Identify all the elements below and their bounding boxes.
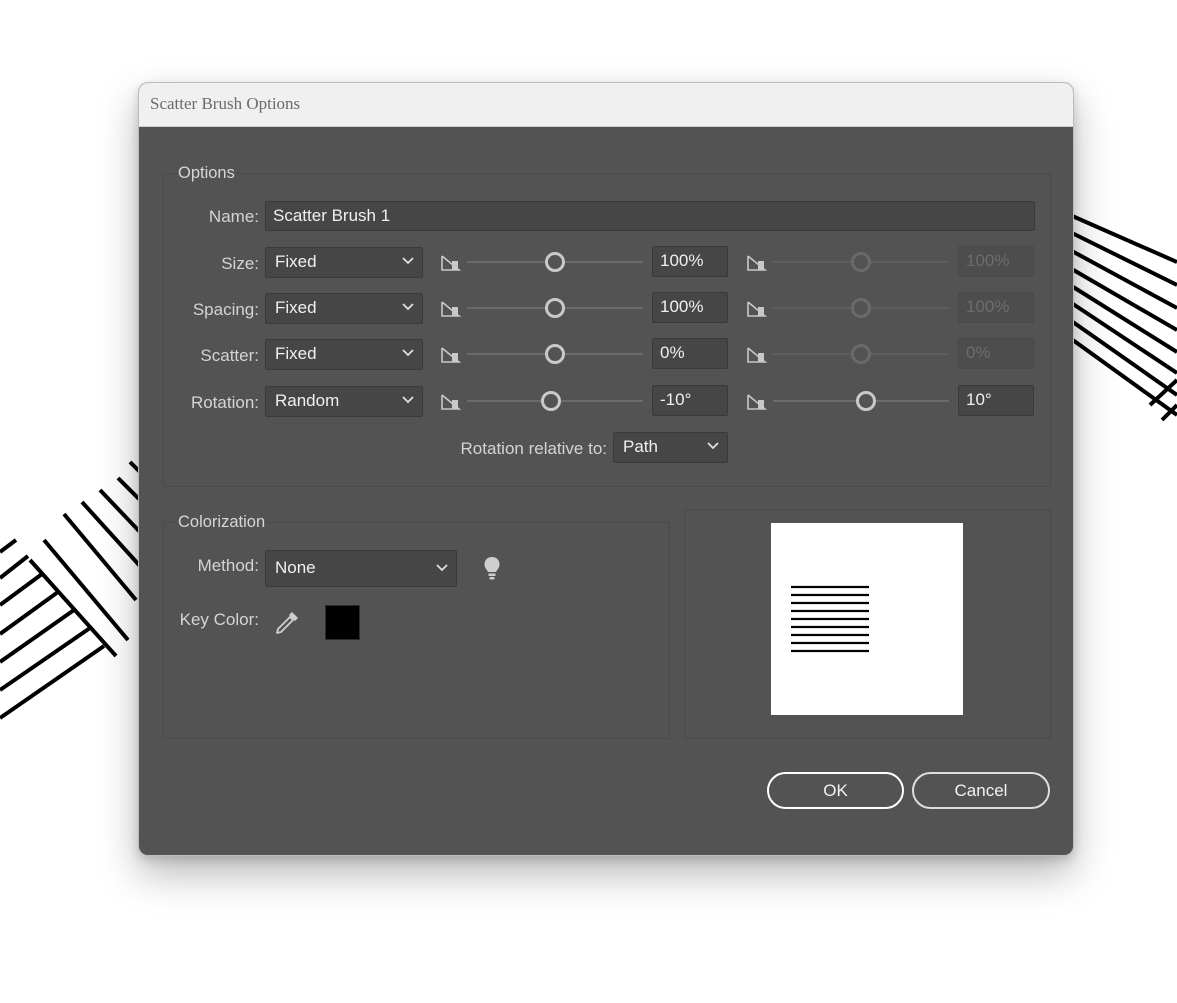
spacing-max-slider-knob: [851, 298, 871, 318]
scatter-mode-select[interactable]: Fixed: [265, 339, 423, 370]
maximum-variation-icon[interactable]: [746, 253, 768, 273]
size-max-value: 100%: [958, 246, 1034, 277]
cancel-button[interactable]: Cancel: [912, 772, 1050, 809]
rotation-relative-select[interactable]: Path: [613, 432, 728, 463]
options-group-title: Options: [177, 164, 236, 183]
rotation-relative-label: Rotation relative to:: [460, 439, 607, 458]
name-label: Name:: [208, 207, 259, 226]
spacing-label: Spacing:: [192, 300, 259, 319]
spacing-min-slider-knob[interactable]: [545, 298, 565, 318]
lightbulb-icon[interactable]: [483, 556, 501, 582]
maximum-variation-icon[interactable]: [746, 299, 768, 319]
eyedropper-icon[interactable]: [273, 609, 301, 637]
rotation-min-value[interactable]: -10°: [652, 385, 728, 416]
scatter-brush-options-dialog: Scatter Brush Options Options Name: Scat…: [138, 82, 1074, 856]
maximum-variation-icon[interactable]: [746, 392, 768, 412]
size-mode-value: Fixed: [275, 252, 317, 271]
rotation-max-value[interactable]: 10°: [958, 385, 1034, 416]
size-label: Size:: [221, 254, 259, 273]
scatter-min-value[interactable]: 0%: [652, 338, 728, 369]
rotation-mode-value: Random: [275, 391, 340, 410]
size-mode-select[interactable]: Fixed: [265, 247, 423, 278]
chevron-down-icon: [402, 349, 414, 357]
method-select[interactable]: None: [265, 550, 457, 587]
method-value: None: [275, 558, 316, 577]
chevron-down-icon: [402, 257, 414, 265]
key-color-swatch[interactable]: [325, 605, 360, 640]
dialog-title: Scatter Brush Options: [150, 94, 301, 113]
scatter-min-slider-knob[interactable]: [545, 344, 565, 364]
dialog-titlebar[interactable]: Scatter Brush Options: [139, 83, 1073, 127]
minimum-variation-icon[interactable]: [440, 392, 462, 412]
rotation-mode-select[interactable]: Random: [265, 386, 423, 417]
name-input[interactable]: Scatter Brush 1: [265, 201, 1035, 231]
method-label: Method:: [197, 556, 259, 575]
rotation-max-slider-knob[interactable]: [856, 391, 876, 411]
scatter-brush-preview-art: [791, 585, 869, 653]
scatter-label: Scatter:: [200, 346, 259, 365]
chevron-down-icon: [436, 564, 448, 572]
minimum-variation-icon[interactable]: [440, 253, 462, 273]
colorization-group-title: Colorization: [177, 513, 267, 532]
scatter-max-value: 0%: [958, 338, 1034, 369]
spacing-mode-select[interactable]: Fixed: [265, 293, 423, 324]
maximum-variation-icon[interactable]: [746, 345, 768, 365]
spacing-max-value: 100%: [958, 292, 1034, 323]
size-min-value[interactable]: 100%: [652, 246, 728, 277]
scatter-mode-value: Fixed: [275, 344, 317, 363]
scatter-max-slider-knob: [851, 344, 871, 364]
spacing-min-value[interactable]: 100%: [652, 292, 728, 323]
chevron-down-icon: [402, 396, 414, 404]
rotation-relative-value: Path: [623, 437, 658, 456]
chevron-down-icon: [707, 442, 719, 450]
size-max-slider-knob: [851, 252, 871, 272]
key-color-label: Key Color:: [179, 610, 259, 629]
rotation-min-slider-knob[interactable]: [541, 391, 561, 411]
chevron-down-icon: [402, 303, 414, 311]
brush-preview: [771, 523, 963, 715]
size-min-slider-knob[interactable]: [545, 252, 565, 272]
spacing-mode-value: Fixed: [275, 298, 317, 317]
minimum-variation-icon[interactable]: [440, 345, 462, 365]
ok-button[interactable]: OK: [767, 772, 904, 809]
rotation-label: Rotation:: [190, 393, 259, 412]
minimum-variation-icon[interactable]: [440, 299, 462, 319]
